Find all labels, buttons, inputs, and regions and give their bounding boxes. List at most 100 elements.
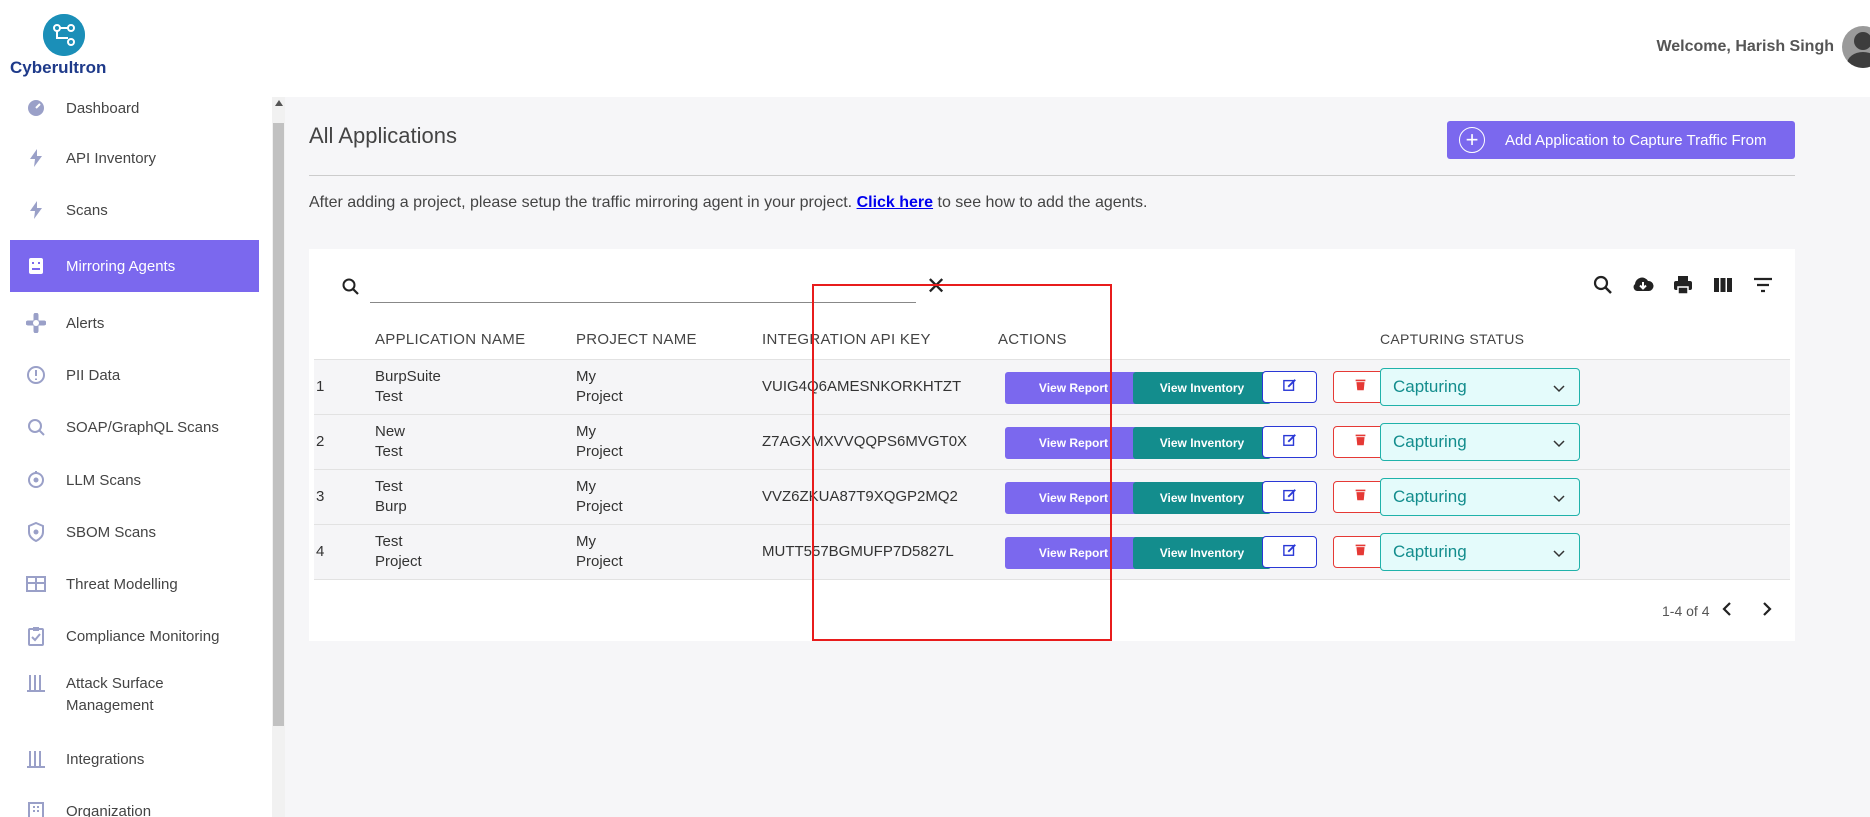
search-icon[interactable] xyxy=(341,277,361,297)
print-icon[interactable] xyxy=(1671,273,1695,297)
table-divider xyxy=(314,579,1790,580)
plus-icon: + xyxy=(1459,127,1485,153)
row-index: 2 xyxy=(316,433,325,450)
capturing-status-value: Capturing xyxy=(1393,377,1467,396)
dashboard-icon xyxy=(26,98,46,118)
sidebar-item-pii-data[interactable]: PII Data xyxy=(10,356,259,394)
column-header-integration-api-key[interactable]: INTEGRATION API KEY xyxy=(762,331,931,348)
edit-button[interactable] xyxy=(1262,536,1317,568)
avatar[interactable] xyxy=(1842,26,1870,68)
application-name: Test Burp xyxy=(375,477,407,517)
application-name: New Test xyxy=(375,422,405,462)
sidebar-item-label: API Inventory xyxy=(66,149,157,167)
edit-button[interactable] xyxy=(1262,371,1317,403)
table-row: 4 Test Project My Project MUTT557BGMUFP7D5… xyxy=(314,524,1790,579)
page-title: All Applications xyxy=(309,123,457,148)
edit-icon xyxy=(1282,543,1297,562)
sidebar-item-api-inventory[interactable]: API Inventory xyxy=(10,139,259,177)
view-inventory-button[interactable]: View Inventory xyxy=(1133,482,1271,514)
view-report-button[interactable]: View Report xyxy=(1005,482,1142,514)
view-inventory-button[interactable]: View Inventory xyxy=(1133,372,1271,404)
filter-icon[interactable] xyxy=(1751,273,1775,297)
sidebar-item-llm-scans[interactable]: LLM Scans xyxy=(10,461,259,499)
llm-icon xyxy=(26,470,46,490)
sidebar-item-label: LLM Scans xyxy=(66,471,142,489)
scroll-up-icon[interactable] xyxy=(275,100,283,106)
chevron-left-icon[interactable] xyxy=(1717,599,1737,619)
chevron-right-icon[interactable] xyxy=(1757,599,1777,619)
sidebar-item-soap-graphql-scans[interactable]: SOAP/GraphQL Scans xyxy=(10,408,259,446)
column-header-application-name[interactable]: APPLICATION NAME xyxy=(375,331,525,348)
columns-icon[interactable] xyxy=(1711,273,1735,297)
sidebar-item-integrations[interactable]: Integrations xyxy=(10,740,259,778)
integration-api-key: MUTT557BGMUFP7D5827L xyxy=(762,543,954,560)
view-report-button[interactable]: View Report xyxy=(1005,372,1142,404)
capturing-status-select[interactable]: Capturing xyxy=(1380,478,1580,516)
alert-icon xyxy=(26,313,46,333)
trash-icon xyxy=(1354,488,1367,506)
project-name-line: Project xyxy=(576,498,623,515)
sidebar-item-label: Compliance Monitoring xyxy=(66,627,220,645)
add-application-label: Add Application to Capture Traffic From xyxy=(1505,131,1767,149)
info-circle-icon xyxy=(26,365,46,385)
logo[interactable]: Cyberultron xyxy=(10,14,120,80)
row-index: 3 xyxy=(316,488,325,505)
chevron-down-icon xyxy=(1553,495,1565,503)
edit-button[interactable] xyxy=(1262,481,1317,513)
search-input[interactable] xyxy=(370,302,916,303)
view-inventory-button[interactable]: View Inventory xyxy=(1133,427,1271,459)
chevron-down-icon xyxy=(1553,440,1565,448)
clipboard-icon xyxy=(26,626,46,646)
sidebar-item-organization[interactable]: Organization xyxy=(10,792,259,817)
view-report-button[interactable]: View Report xyxy=(1005,427,1142,459)
clear-search-icon[interactable]: ✕ xyxy=(926,272,946,301)
agent-icon xyxy=(26,256,46,276)
column-header-capturing-status[interactable]: CAPTURING STATUS xyxy=(1380,331,1524,347)
table-icon xyxy=(26,574,46,594)
sidebar-item-dashboard[interactable]: Dashboard xyxy=(10,97,259,119)
column-header-project-name[interactable]: PROJECT NAME xyxy=(576,331,697,348)
edit-button[interactable] xyxy=(1262,426,1317,458)
capturing-status-select[interactable]: Capturing xyxy=(1380,423,1580,461)
project-name-line: My xyxy=(576,368,596,385)
project-name: My Project xyxy=(576,532,623,572)
sidebar-item-label: SBOM Scans xyxy=(66,523,157,541)
capturing-status-select[interactable]: Capturing xyxy=(1380,368,1580,406)
building-icon xyxy=(26,801,46,817)
view-inventory-button[interactable]: View Inventory xyxy=(1133,537,1271,569)
capturing-status-select[interactable]: Capturing xyxy=(1380,533,1580,571)
capturing-status-value: Capturing xyxy=(1393,432,1467,451)
view-report-button[interactable]: View Report xyxy=(1005,537,1142,569)
sidebar-item-compliance-monitoring[interactable]: Compliance Monitoring xyxy=(10,617,259,655)
info-prefix: After adding a project, please setup the… xyxy=(309,194,853,211)
sidebar-item-threat-modelling[interactable]: Threat Modelling xyxy=(10,565,259,603)
project-name: My Project xyxy=(576,477,623,517)
sidebar-item-label: Organization xyxy=(66,802,152,817)
table-row: 3 Test Burp My Project VVZ6ZKUA87T9XQGP2MQ… xyxy=(314,469,1790,524)
bars-icon xyxy=(26,749,46,769)
info-suffix: to see how to add the agents. xyxy=(937,194,1148,211)
trash-icon xyxy=(1354,378,1367,396)
capturing-status-value: Capturing xyxy=(1393,487,1467,506)
click-here-link[interactable]: Click here xyxy=(857,194,933,211)
sidebar-item-sbom-scans[interactable]: SBOM Scans xyxy=(10,513,259,551)
table-toolbar xyxy=(1591,273,1775,297)
download-icon[interactable] xyxy=(1631,273,1655,297)
add-application-button[interactable]: + Add Application to Capture Traffic Fro… xyxy=(1447,121,1795,159)
integration-api-key: VUIG4Q6AMESNKORKHTZT xyxy=(762,378,962,395)
application-name-line: New xyxy=(375,423,406,440)
row-index: 4 xyxy=(316,543,325,560)
sidebar-item-alerts[interactable]: Alerts xyxy=(10,304,259,342)
sidebar-scrollbar-thumb[interactable] xyxy=(273,123,284,726)
sidebar-item-mirroring-agents[interactable]: Mirroring Agents xyxy=(10,240,259,292)
sidebar-item-scans[interactable]: Scans xyxy=(10,191,259,229)
sidebar-item-label: Mirroring Agents xyxy=(66,257,176,275)
applications-table-card: ✕ APPLICATION NAME PROJECT NAME INTEGRAT… xyxy=(309,249,1795,641)
bolt-icon xyxy=(26,200,46,220)
application-name-line: Test xyxy=(375,443,403,460)
project-name: My Project xyxy=(576,422,623,462)
search-icon[interactable] xyxy=(1591,273,1615,297)
capturing-status-value: Capturing xyxy=(1393,542,1467,561)
sidebar-item-attack-surface-management[interactable]: Attack Surface Management xyxy=(10,673,259,719)
shield-icon xyxy=(26,522,46,542)
